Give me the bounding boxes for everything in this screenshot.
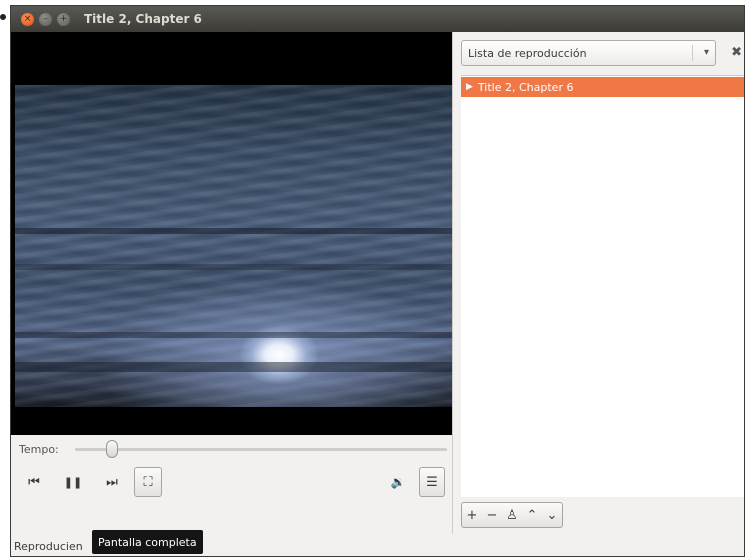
window-maximize-button[interactable]: + [57, 12, 70, 26]
tempo-label: Tempo: [19, 442, 59, 456]
tempo-row: Tempo: [11, 435, 452, 463]
save-playlist-icon: ♙ [506, 507, 518, 523]
sidebar-selector[interactable]: Lista de reproducción ▾ [461, 40, 716, 66]
sidebar-selector-label: Lista de reproducción [468, 46, 587, 60]
combo-divider [692, 45, 693, 61]
window-minimize-button[interactable]: – [39, 12, 52, 26]
window-title: Title 2, Chapter 6 [84, 12, 202, 26]
save-playlist-button[interactable]: ♙ [502, 503, 522, 527]
maximize-icon: + [59, 13, 68, 24]
chevron-down-icon: ⌄ [546, 507, 558, 523]
tempo-slider-thumb[interactable] [106, 440, 119, 458]
minimize-icon: – [43, 13, 48, 24]
playlist-item-label: Title 2, Chapter 6 [477, 80, 574, 94]
pause-icon: ❚❚ [63, 475, 83, 489]
chevron-down-icon: ▾ [703, 47, 709, 58]
bullet-dot [0, 14, 6, 20]
tooltip: Pantalla completa [92, 530, 203, 554]
close-sidebar-button[interactable]: ✖ [731, 45, 742, 60]
playing-icon: ▶ [466, 82, 473, 92]
pause-button[interactable]: ❚❚ [61, 469, 85, 495]
status-text: Reproducien [14, 540, 83, 553]
video-frame [15, 85, 452, 407]
next-button[interactable]: ⏭ [99, 469, 125, 495]
chevron-up-icon: ⌃ [526, 507, 538, 523]
move-up-button[interactable]: ⌃ [522, 503, 542, 527]
playlist-toolbar: + − ♙ ⌃ ⌄ [461, 502, 563, 528]
tempo-slider[interactable] [75, 448, 447, 451]
playlist-sidebar: Lista de reproducción ▾ ✖ ▶ Title 2, Cha… [452, 32, 744, 534]
cloud-band [15, 362, 452, 372]
add-to-playlist-button[interactable]: + [462, 503, 482, 527]
fullscreen-button[interactable]: ⛶ [134, 467, 162, 497]
screenshot: × – + Title 2, Chapter 6 Tempo: ⏮ ❚❚ ⏭ ⛶… [0, 0, 745, 557]
playlist[interactable]: ▶ Title 2, Chapter 6 [461, 75, 744, 497]
minus-icon: − [486, 507, 498, 523]
close-icon: × [23, 13, 32, 24]
cloud-band [15, 228, 452, 234]
video-player-window: × – + Title 2, Chapter 6 Tempo: ⏮ ❚❚ ⏭ ⛶… [10, 5, 745, 557]
window-close-button[interactable]: × [21, 12, 34, 26]
volume-button[interactable]: 🔉 [387, 469, 409, 495]
playlist-item[interactable]: ▶ Title 2, Chapter 6 [461, 77, 744, 97]
skip-back-icon: ⏮ [28, 474, 40, 490]
plus-icon: + [466, 507, 478, 523]
playback-controls: ⏮ ❚❚ ⏭ ⛶ 🔉 ☰ [11, 466, 452, 506]
sidebar-toggle-icon: ☰ [426, 474, 438, 490]
move-down-button[interactable]: ⌄ [542, 503, 562, 527]
remove-from-playlist-button[interactable]: − [482, 503, 502, 527]
previous-button[interactable]: ⏮ [21, 469, 47, 495]
cloud-band [15, 332, 452, 338]
skip-forward-icon: ⏭ [106, 474, 118, 490]
sidebar-toggle-button[interactable]: ☰ [419, 467, 445, 497]
volume-icon: 🔉 [390, 475, 406, 489]
video-area[interactable] [11, 32, 452, 435]
cloud-band [15, 264, 452, 270]
fullscreen-icon: ⛶ [143, 474, 153, 490]
title-bar[interactable]: × – + Title 2, Chapter 6 [11, 6, 744, 32]
